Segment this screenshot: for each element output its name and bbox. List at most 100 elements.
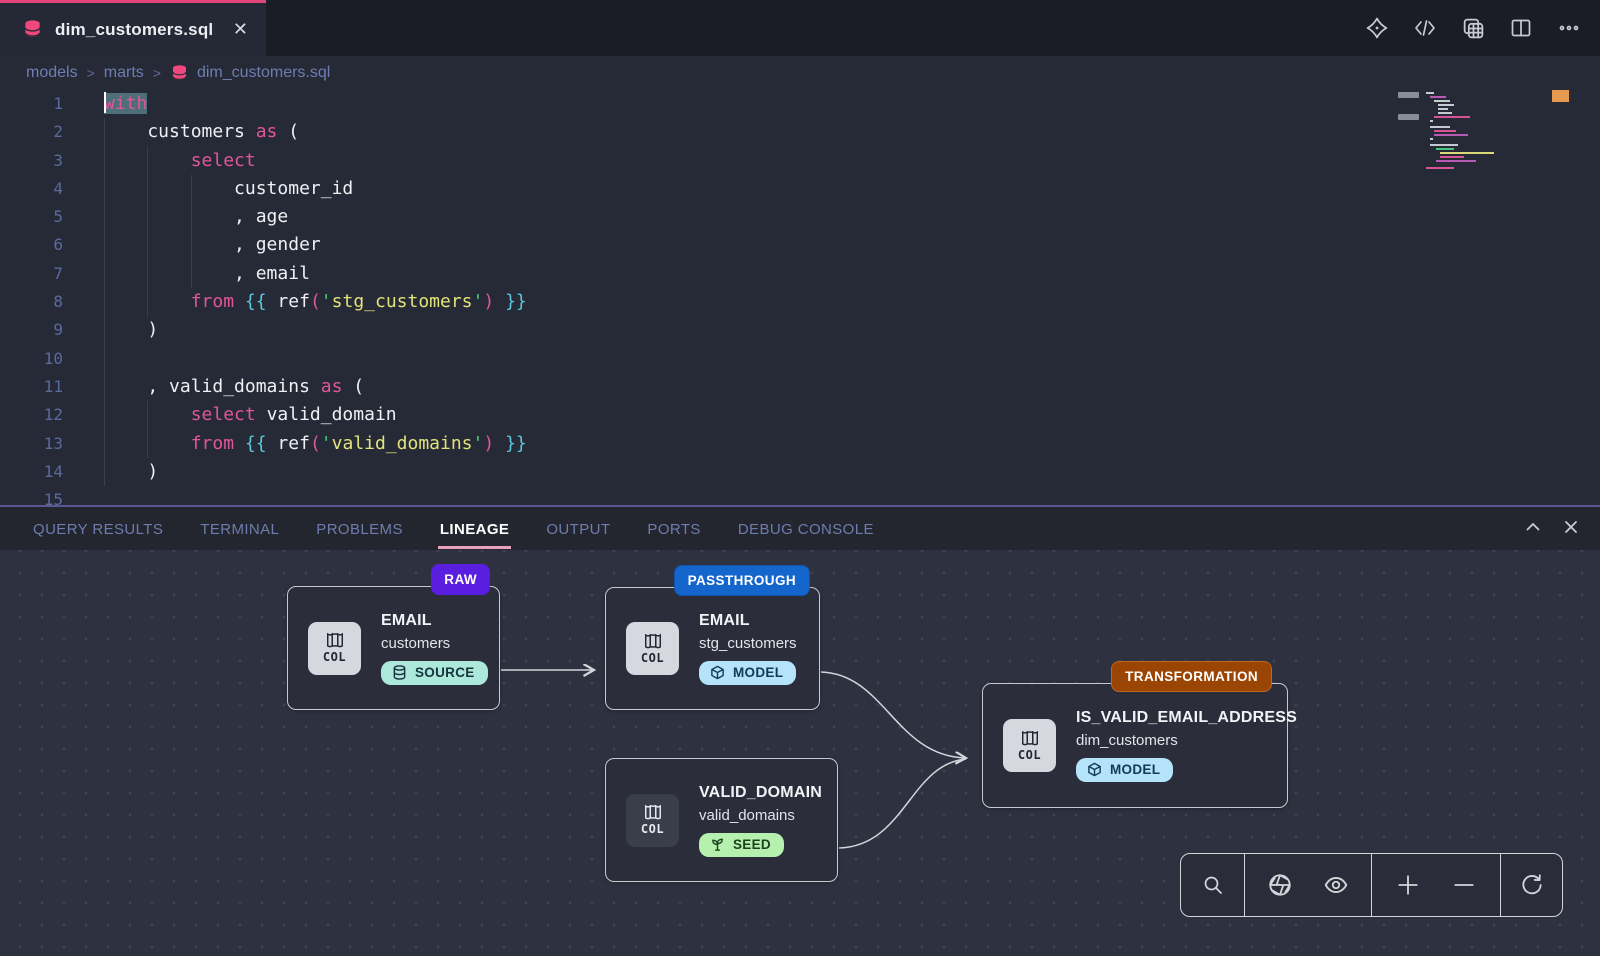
code-line [104, 345, 1420, 373]
cube-icon [710, 665, 725, 680]
line-number: 6 [0, 231, 78, 259]
columns-icon [643, 633, 663, 649]
tab-dim-customers[interactable]: dim_customers.sql ✕ [0, 0, 266, 56]
node-title: VALID_DOMAIN [699, 784, 822, 802]
tab-close-icon[interactable]: ✕ [229, 17, 252, 42]
columns-icon [325, 632, 345, 648]
overview-ruler-marker [1552, 90, 1569, 102]
collapse-panel-icon[interactable] [1524, 518, 1542, 541]
code-line: , email [104, 260, 1420, 288]
minimap[interactable] [1424, 90, 1530, 170]
source-badge[interactable]: SOURCE [381, 661, 488, 685]
zoom-in-icon[interactable] [1388, 865, 1428, 905]
line-number: 5 [0, 203, 78, 231]
lineage-node-dim-customers[interactable]: TRANSFORMATION COL IS_VALID_EMAIL_ADDRES… [982, 683, 1288, 808]
bottom-panel-header: QUERY RESULTS TERMINAL PROBLEMS LINEAGE OUTP… [0, 505, 1600, 550]
panel-tab-debug-console[interactable]: DEBUG CONSOLE [738, 510, 874, 547]
close-panel-icon[interactable] [1562, 518, 1580, 541]
panel-tabs: QUERY RESULTS TERMINAL PROBLEMS LINEAGE OUTP… [33, 510, 874, 547]
node-subtitle: dim_customers [1076, 732, 1297, 749]
lineage-node-customers[interactable]: RAW COL EMAIL customers SOURCE [287, 586, 500, 710]
node-subtitle: customers [381, 635, 488, 652]
scrollbar-decoration [1398, 92, 1419, 98]
columns-icon [1020, 730, 1040, 746]
database-icon [22, 19, 43, 40]
panel-tab-output[interactable]: OUTPUT [546, 510, 610, 547]
line-number: 15 [0, 486, 78, 505]
panel-tab-lineage[interactable]: LINEAGE [440, 510, 509, 547]
lineage-toolbar [1180, 853, 1563, 917]
line-number: 14 [0, 458, 78, 486]
breadcrumb-marts[interactable]: marts [104, 64, 144, 82]
code-line: customers as ( [104, 118, 1420, 146]
chip-label: COL [1018, 748, 1041, 762]
database-icon [170, 64, 189, 83]
code-line [104, 486, 1420, 505]
text-cursor [104, 92, 106, 113]
visibility-eye-icon[interactable] [1316, 865, 1356, 905]
compile-code-icon[interactable] [1408, 11, 1442, 45]
zoom-out-icon[interactable] [1444, 865, 1484, 905]
code-line: with [104, 90, 1420, 118]
column-chip: COL [626, 794, 679, 847]
columns-icon [643, 804, 663, 820]
node-subtitle: stg_customers [699, 635, 797, 652]
scrollbar-decoration [1398, 114, 1419, 120]
transformation-badge: TRANSFORMATION [1111, 661, 1272, 692]
line-number: 2 [0, 118, 78, 146]
breadcrumb-models[interactable]: models [26, 64, 78, 82]
raw-badge: RAW [431, 564, 490, 595]
line-numbers: 123456789101112131415 [0, 90, 78, 505]
code-line: , gender [104, 231, 1420, 259]
breadcrumb-file-label: dim_customers.sql [197, 64, 330, 82]
code-line: customer_id [104, 175, 1420, 203]
column-chip: COL [308, 622, 361, 675]
node-title: EMAIL [699, 612, 797, 630]
cube-icon [1087, 762, 1102, 777]
editor-tab-bar: dim_customers.sql ✕ [0, 0, 1600, 56]
chip-label: COL [641, 651, 664, 665]
panel-tab-problems[interactable]: PROBLEMS [316, 510, 403, 547]
breadcrumb-file[interactable]: dim_customers.sql [170, 64, 330, 83]
chip-label: COL [323, 650, 346, 664]
breadcrumb: models > marts > dim_customers.sql [0, 56, 1600, 90]
code-line: from {{ ref('valid_domains') }} [104, 430, 1420, 458]
database-icon [392, 665, 407, 680]
refresh-icon[interactable] [1512, 865, 1552, 905]
search-icon[interactable] [1193, 865, 1233, 905]
minimap-code [1424, 90, 1530, 170]
line-number: 7 [0, 260, 78, 288]
more-actions-icon[interactable] [1552, 11, 1586, 45]
source-badge-label: SOURCE [415, 665, 475, 680]
passthrough-badge: PASSTHROUGH [674, 565, 810, 596]
panel-tab-terminal[interactable]: TERMINAL [200, 510, 279, 547]
model-badge[interactable]: MODEL [699, 661, 796, 685]
model-badge[interactable]: MODEL [1076, 758, 1173, 782]
line-number: 10 [0, 345, 78, 373]
node-title: EMAIL [381, 612, 488, 630]
panel-tab-ports[interactable]: PORTS [647, 510, 700, 547]
chip-label: COL [641, 822, 664, 836]
code-line: from {{ ref('stg_customers') }} [104, 288, 1420, 316]
aperture-icon[interactable] [1260, 865, 1300, 905]
lineage-canvas[interactable]: RAW COL EMAIL customers SOURCE PAS [0, 550, 1600, 956]
code-editor[interactable]: 123456789101112131415 with customers as … [0, 90, 1600, 505]
line-number: 8 [0, 288, 78, 316]
seed-badge[interactable]: SEED [699, 833, 784, 857]
query-results-grid-icon[interactable] [1456, 11, 1490, 45]
node-title: IS_VALID_EMAIL_ADDRESS [1076, 709, 1297, 727]
node-subtitle: valid_domains [699, 807, 822, 824]
line-number: 1 [0, 90, 78, 118]
code-line: , age [104, 203, 1420, 231]
breadcrumb-separator: > [153, 65, 161, 81]
model-badge-label: MODEL [1110, 762, 1160, 777]
lineage-node-valid-domains[interactable]: COL VALID_DOMAIN valid_domains SEED [605, 758, 838, 882]
code-line: select [104, 147, 1420, 175]
code-line: , valid_domains as ( [104, 373, 1420, 401]
line-number: 4 [0, 175, 78, 203]
split-editor-icon[interactable] [1504, 11, 1538, 45]
panel-tab-query-results[interactable]: QUERY RESULTS [33, 510, 163, 547]
lineage-node-stg-customers[interactable]: PASSTHROUGH COL EMAIL stg_customers MODE… [605, 587, 820, 710]
column-chip: COL [626, 622, 679, 675]
dbt-logo-icon[interactable] [1360, 11, 1394, 45]
